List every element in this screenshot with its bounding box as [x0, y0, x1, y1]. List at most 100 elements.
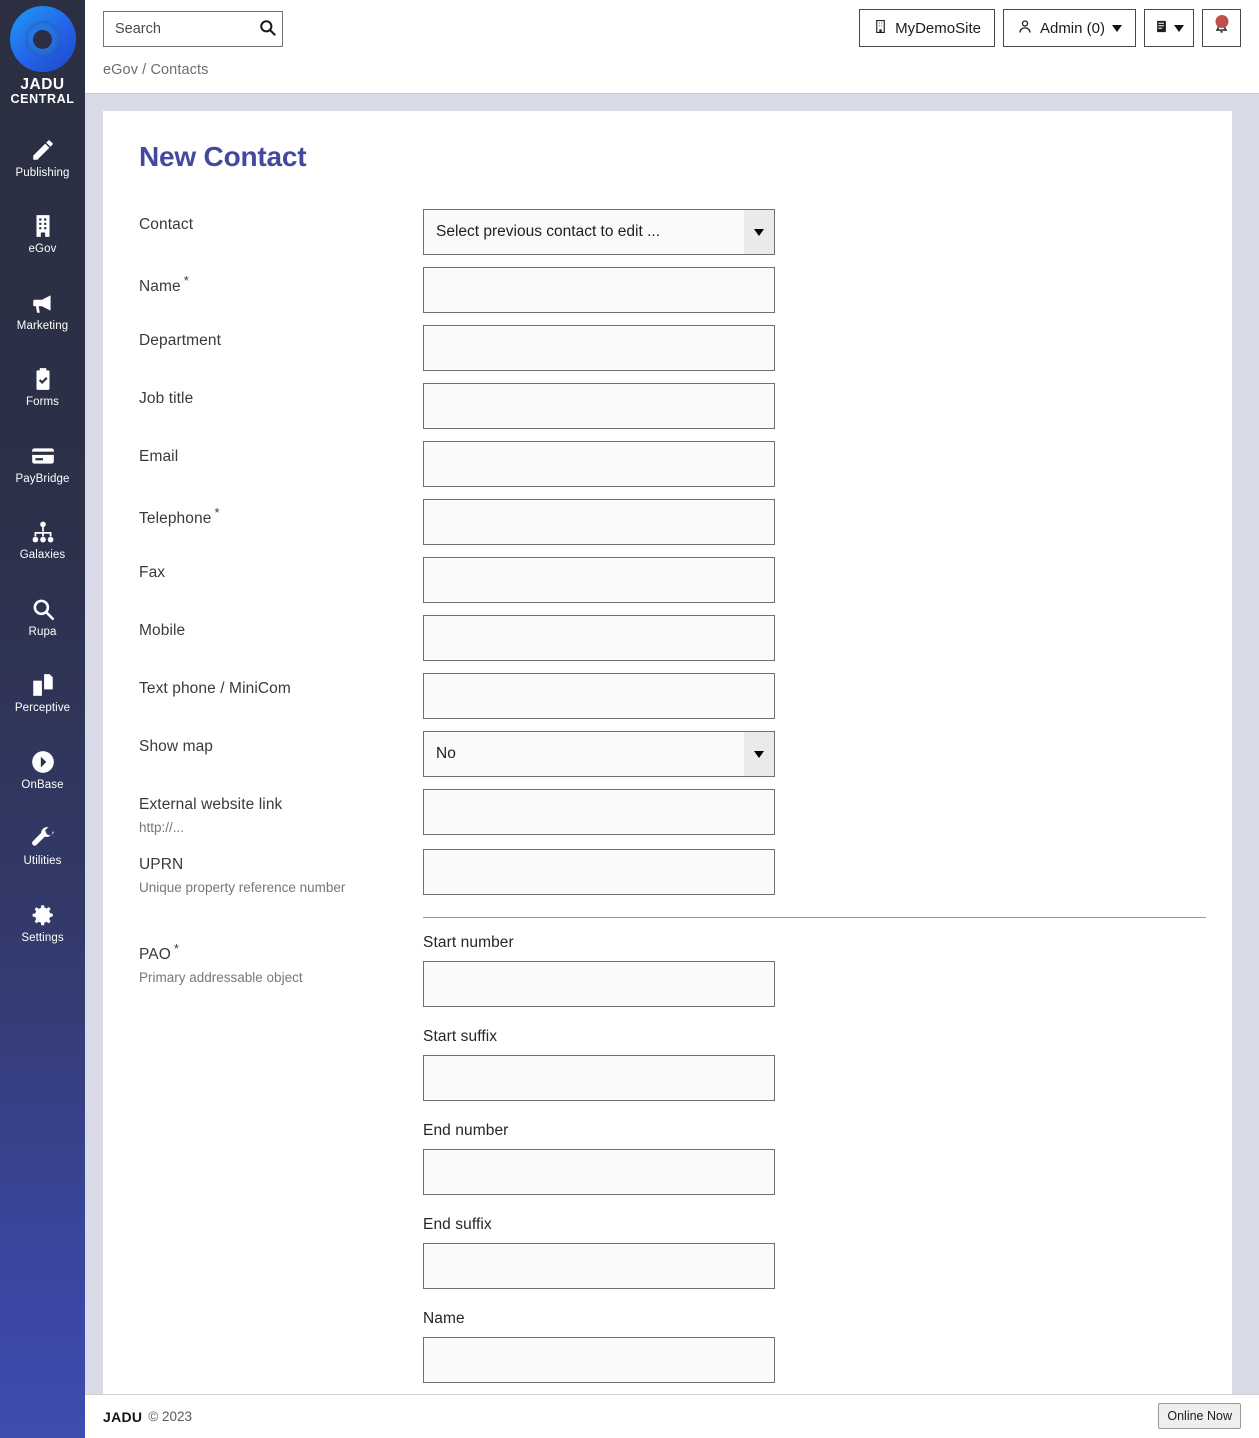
fax-input[interactable]	[423, 557, 775, 603]
pao-end-number-input[interactable]	[423, 1148, 775, 1195]
label-column: External website link http://...	[139, 789, 423, 837]
clipboard-check-icon	[30, 366, 56, 392]
mobile-input[interactable]	[423, 615, 775, 661]
form-row-mobile: Mobile	[139, 615, 1206, 661]
credit-card-icon	[30, 443, 56, 469]
input-column	[423, 673, 1206, 719]
field-label: Contact	[139, 216, 194, 233]
breadcrumb[interactable]: eGov / Contacts	[103, 62, 1241, 78]
notifications-button[interactable]	[1202, 9, 1241, 47]
form-row-email: Email	[139, 441, 1206, 487]
field-label: Mobile	[139, 622, 186, 639]
app-root: JADU CENTRAL Publishing eGov Marketing F…	[0, 0, 1259, 1438]
pao-start-suffix-input[interactable]	[423, 1054, 775, 1101]
sidebar-item-forms[interactable]: Forms	[0, 357, 85, 417]
label-column: Contact	[139, 209, 423, 234]
sidebar-item-label: PayBridge	[15, 472, 70, 485]
user-menu-label: Admin (0)	[1039, 19, 1105, 37]
label-column: Text phone / MiniCom	[139, 673, 423, 698]
resources-menu-button[interactable]	[1144, 9, 1194, 47]
sidebar-item-label: Utilities	[23, 855, 62, 868]
field-label: Fax	[139, 564, 166, 581]
page-title: New Contact	[139, 141, 307, 172]
sidebar-item-galaxies[interactable]: Galaxies	[0, 510, 85, 570]
sidebar-item-perceptive[interactable]: Perceptive	[0, 663, 85, 723]
text-phone-input[interactable]	[423, 673, 775, 719]
sidebar-item-egov[interactable]: eGov	[0, 204, 85, 264]
field-label: Show map	[139, 738, 214, 755]
input-column	[423, 848, 1206, 895]
footer-copyright: © 2023	[148, 1409, 193, 1424]
required-marker: *	[214, 505, 220, 520]
name-input[interactable]	[423, 267, 775, 313]
form-row-department: Department	[139, 325, 1206, 371]
online-now-button[interactable]: Online Now	[1158, 1403, 1241, 1429]
pao-name-input[interactable]	[423, 1336, 775, 1383]
main-area: eGov / Contacts MyDemoSite Admin (0)	[85, 0, 1259, 1438]
input-column: Start number Start suffix End number End…	[423, 909, 1206, 1394]
telephone-input[interactable]	[423, 499, 775, 545]
form-row-uprn: UPRN Unique property reference number	[139, 848, 1206, 897]
label-column: Show map	[139, 731, 423, 756]
label-column: Fax	[139, 557, 423, 582]
label-column: Email	[139, 441, 423, 466]
label-column: Name *	[139, 267, 423, 297]
pao-end-suffix-input[interactable]	[423, 1242, 775, 1289]
sidebar-item-label: Perceptive	[14, 702, 71, 715]
pao-subfield-end-number: End number	[423, 1122, 1206, 1195]
jadu-logo-icon	[9, 6, 76, 72]
job-title-input[interactable]	[423, 383, 775, 429]
contact-select-wrapper: Select previous contact to edit ...	[423, 209, 775, 255]
search-input[interactable]	[103, 11, 283, 47]
form-row-show-map: Show map No	[139, 731, 1206, 777]
header-actions: MyDemoSite Admin (0)	[859, 9, 1241, 47]
input-column	[423, 789, 1206, 835]
label-column: Department	[139, 325, 423, 350]
notification-dot-badge	[1215, 15, 1228, 28]
brand-logo[interactable]: JADU CENTRAL	[9, 6, 76, 106]
magnifier-icon	[30, 596, 56, 622]
label-column: Job title	[139, 383, 423, 408]
sidebar-item-utilities[interactable]: Utilities	[0, 816, 85, 876]
department-input[interactable]	[423, 325, 775, 371]
search-submit-button[interactable]	[258, 18, 277, 37]
form-row-name: Name *	[139, 267, 1206, 313]
wrench-icon	[30, 825, 56, 851]
sidebar-item-label: eGov	[28, 243, 57, 256]
form-card: New Contact Contact Select previous cont…	[103, 111, 1232, 1394]
field-label: PAO *	[139, 941, 423, 965]
show-map-select[interactable]: No	[423, 731, 775, 777]
sidebar-item-marketing[interactable]: Marketing	[0, 281, 85, 341]
arrow-circle-right-icon	[30, 749, 56, 775]
sidebar-item-publishing[interactable]: Publishing	[0, 128, 85, 188]
field-label-text: Name	[139, 278, 181, 296]
form-row-fax: Fax	[139, 557, 1206, 603]
field-label-text: PAO	[139, 946, 171, 963]
pao-start-number-input[interactable]	[423, 960, 775, 1007]
sidebar-item-label: Publishing	[15, 166, 70, 179]
input-column	[423, 383, 1206, 429]
user-menu-button[interactable]: Admin (0)	[1002, 9, 1136, 47]
contact-select[interactable]: Select previous contact to edit ...	[423, 209, 775, 255]
label-column: Telephone *	[139, 499, 423, 529]
content-scroll-region[interactable]: New Contact Contact Select previous cont…	[85, 94, 1259, 1394]
megaphone-icon	[30, 290, 56, 316]
sidebar-item-rupa[interactable]: Rupa	[0, 587, 85, 647]
external-website-link-input[interactable]	[423, 789, 775, 835]
top-header: eGov / Contacts MyDemoSite Admin (0)	[85, 0, 1259, 94]
email-input[interactable]	[423, 441, 775, 487]
pao-subfield-end-suffix: End suffix	[423, 1216, 1206, 1289]
sidebar-item-onbase[interactable]: OnBase	[0, 740, 85, 800]
input-column	[423, 499, 1206, 545]
site-selector-button[interactable]: MyDemoSite	[859, 9, 995, 47]
field-hint: Primary addressable object	[139, 970, 303, 986]
field-label: Department	[139, 332, 221, 349]
site-selector-label: MyDemoSite	[895, 19, 981, 37]
field-hint: http://...	[139, 820, 185, 836]
sidebar-item-settings[interactable]: Settings	[0, 893, 85, 953]
form-row-contact: Contact Select previous contact to edit …	[139, 209, 1206, 255]
uprn-input[interactable]	[423, 848, 775, 895]
input-column	[423, 325, 1206, 371]
sidebar-item-paybridge[interactable]: PayBridge	[0, 434, 85, 494]
sidebar-item-label: OnBase	[21, 778, 64, 791]
